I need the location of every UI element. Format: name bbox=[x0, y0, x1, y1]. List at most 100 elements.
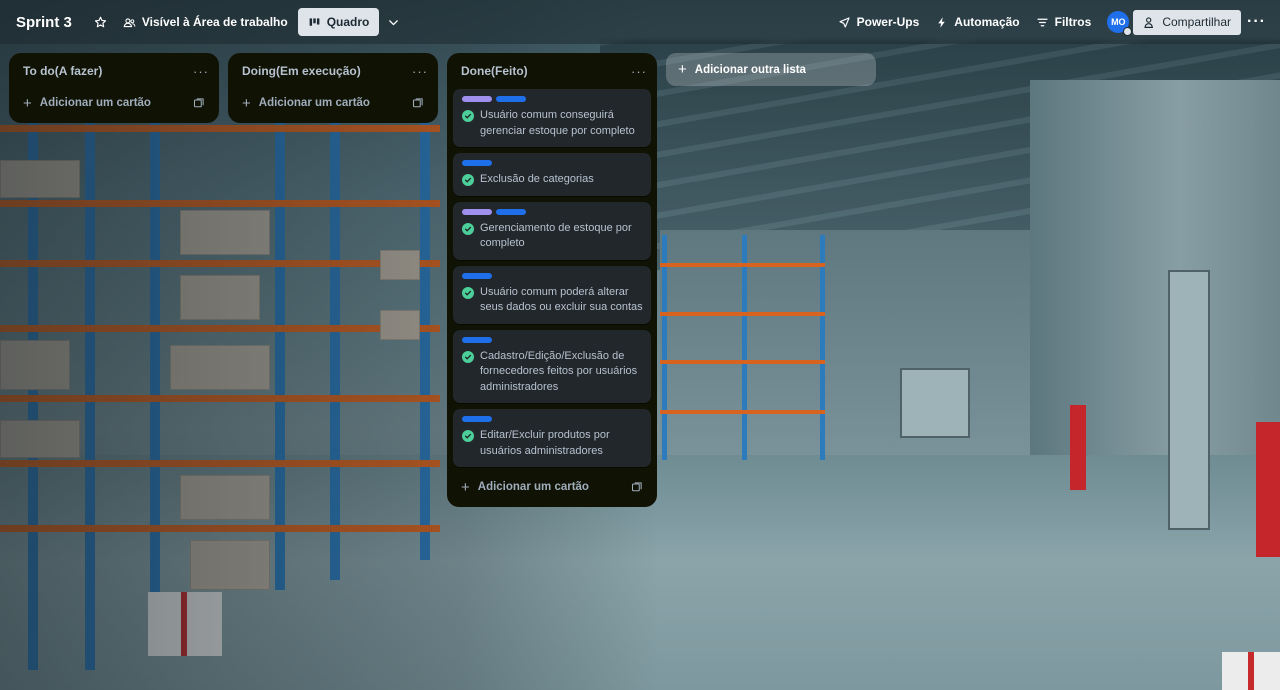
card-body: Usuário comum conseguirá gerenciar estoq… bbox=[462, 108, 643, 139]
card-template-icon[interactable] bbox=[193, 97, 205, 109]
filters-label: Filtros bbox=[1054, 15, 1092, 29]
rack-post bbox=[662, 235, 667, 460]
avatar-initials: MO bbox=[1111, 17, 1126, 27]
red-column bbox=[1070, 405, 1086, 490]
card[interactable]: Exclusão de categorias bbox=[453, 153, 651, 196]
list-done: Done(Feito) ··· Usuário comum conseguirá… bbox=[447, 53, 657, 507]
card-title: Gerenciamento de estoque por completo bbox=[480, 221, 632, 250]
back-door bbox=[900, 368, 970, 438]
filter-icon bbox=[1037, 18, 1048, 26]
plus-icon: + bbox=[678, 61, 687, 78]
add-list-button[interactable]: + Adicionar outra lista bbox=[666, 53, 876, 86]
card-body: Usuário comum poderá alterar seus dados … bbox=[462, 285, 643, 316]
rack-post bbox=[742, 235, 747, 460]
card-title: Editar/Excluir produtos por usuários adm… bbox=[480, 429, 610, 457]
view-switcher-button[interactable] bbox=[379, 8, 408, 36]
card-labels bbox=[462, 336, 643, 343]
board-menu-button[interactable]: ··· bbox=[1241, 8, 1272, 36]
card-label-purple[interactable] bbox=[462, 208, 492, 215]
card-label-blue[interactable] bbox=[462, 160, 492, 166]
check-circle-icon[interactable] bbox=[462, 430, 474, 442]
list-menu-button[interactable]: ··· bbox=[631, 64, 647, 79]
card-label-blue[interactable] bbox=[496, 96, 526, 102]
check-circle-icon[interactable] bbox=[462, 286, 474, 299]
list-menu-button[interactable]: ··· bbox=[193, 64, 209, 79]
rack-shelf bbox=[660, 360, 825, 364]
add-card-label: Adicionar um cartão bbox=[258, 97, 370, 109]
add-card-content: + Adicionar um cartão bbox=[242, 96, 370, 111]
share-label: Compartilhar bbox=[1162, 15, 1232, 29]
board-view-icon bbox=[309, 17, 320, 26]
list-doing: Doing(Em execução) ··· + Adicionar um ca… bbox=[228, 53, 438, 123]
workspace-visibility-icon bbox=[123, 17, 136, 27]
card-title: Usuário comum poderá alterar seus dados … bbox=[480, 285, 643, 314]
add-person-icon bbox=[1144, 16, 1154, 28]
plus-icon: + bbox=[242, 94, 251, 112]
powerups-button[interactable]: Power-Ups bbox=[830, 8, 928, 36]
red-column bbox=[1256, 422, 1280, 557]
plus-icon: + bbox=[461, 478, 470, 496]
add-card-content: + Adicionar um cartão bbox=[461, 480, 589, 495]
automation-label: Automação bbox=[954, 15, 1020, 29]
rack-post bbox=[820, 235, 825, 460]
check-circle-icon[interactable] bbox=[462, 110, 474, 122]
list-to-do: To do(A fazer) ··· + Adicionar um cartão bbox=[9, 53, 219, 123]
card[interactable]: Usuário comum conseguirá gerenciar estoq… bbox=[453, 89, 651, 147]
card-title: Usuário comum conseguirá gerenciar estoq… bbox=[480, 109, 635, 137]
rack-shelf bbox=[660, 410, 825, 414]
card[interactable]: Usuário comum poderá alterar seus dados … bbox=[453, 265, 651, 324]
powerups-label: Power-Ups bbox=[856, 15, 920, 29]
star-button[interactable] bbox=[86, 8, 115, 36]
card-labels bbox=[462, 416, 643, 422]
member-avatar[interactable]: MO bbox=[1107, 11, 1133, 36]
loading-door bbox=[1168, 270, 1210, 530]
visibility-label: Visível à Área de trabalho bbox=[141, 15, 288, 29]
share-button[interactable]: Compartilhar bbox=[1133, 9, 1242, 35]
list-title[interactable]: Done(Feito) bbox=[461, 64, 528, 78]
add-card-button[interactable]: + Adicionar um cartão bbox=[15, 89, 213, 117]
card-template-icon[interactable] bbox=[412, 97, 424, 109]
card-body: Cadastro/Edição/Exclusão de fornecedores… bbox=[462, 349, 643, 396]
automation-button[interactable]: Automação bbox=[927, 8, 1027, 36]
add-card-label: Adicionar um cartão bbox=[39, 97, 151, 109]
lightning-icon bbox=[938, 16, 946, 28]
rocket-icon bbox=[839, 16, 850, 28]
check-circle-icon[interactable] bbox=[462, 350, 474, 363]
rack-shelf bbox=[660, 263, 825, 267]
add-card-label: Adicionar um cartão bbox=[477, 481, 589, 493]
card-label-blue[interactable] bbox=[462, 336, 492, 343]
card-body: Editar/Excluir produtos por usuários adm… bbox=[462, 428, 643, 459]
star-icon bbox=[94, 16, 106, 27]
board-view-label: Quadro bbox=[326, 15, 370, 29]
board-view-button[interactable]: Quadro bbox=[297, 8, 380, 36]
card-body: Gerenciamento de estoque por completo bbox=[462, 221, 643, 252]
check-circle-icon[interactable] bbox=[462, 174, 474, 186]
card[interactable]: Editar/Excluir produtos por usuários adm… bbox=[453, 409, 651, 467]
list-title[interactable]: Doing(Em execução) bbox=[242, 64, 361, 78]
card-label-blue[interactable] bbox=[462, 416, 492, 422]
add-card-button[interactable]: + Adicionar um cartão bbox=[234, 89, 432, 117]
card[interactable]: Gerenciamento de estoque por completo bbox=[453, 201, 651, 260]
card[interactable]: Cadastro/Edição/Exclusão de fornecedores… bbox=[453, 329, 651, 403]
list-header: To do(A fazer) ··· bbox=[9, 53, 219, 89]
card-label-purple[interactable] bbox=[462, 96, 492, 102]
card-template-icon[interactable] bbox=[631, 481, 643, 493]
card-label-blue[interactable] bbox=[462, 272, 492, 279]
list-title[interactable]: To do(A fazer) bbox=[23, 64, 102, 78]
add-list-label: Adicionar outra lista bbox=[694, 63, 806, 76]
chevron-down-icon bbox=[389, 19, 399, 25]
board-title[interactable]: Sprint 3 bbox=[16, 14, 72, 31]
list-menu-button[interactable]: ··· bbox=[412, 64, 428, 79]
wrapped-pallet bbox=[1222, 652, 1280, 690]
card-body: Exclusão de categorias bbox=[462, 172, 643, 188]
filters-button[interactable]: Filtros bbox=[1028, 8, 1100, 36]
add-card-button[interactable]: + Adicionar um cartão bbox=[453, 473, 651, 501]
add-card-content: + Adicionar um cartão bbox=[23, 96, 151, 111]
card-list: Usuário comum conseguirá gerenciar estoq… bbox=[447, 89, 657, 467]
card-labels bbox=[462, 160, 643, 166]
check-circle-icon[interactable] bbox=[462, 222, 474, 235]
card-label-blue[interactable] bbox=[496, 208, 526, 215]
list-header: Done(Feito) ··· bbox=[447, 53, 657, 89]
visibility-button[interactable]: Visível à Área de trabalho bbox=[115, 8, 296, 36]
card-labels bbox=[462, 208, 643, 215]
